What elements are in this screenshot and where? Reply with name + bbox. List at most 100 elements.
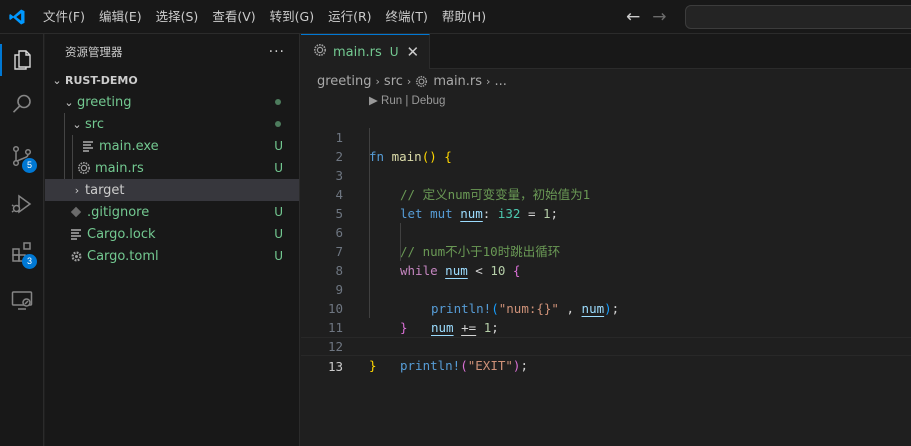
- menu-terminal[interactable]: 终端(T): [379, 0, 435, 34]
- code-line: 1 fn main() {: [301, 109, 911, 164]
- modified-dot-icon: [275, 121, 281, 127]
- more-actions-icon[interactable]: ···: [269, 44, 285, 60]
- menu-run[interactable]: 运行(R): [321, 0, 378, 34]
- editor-area: main.rs U ✕ greeting › src › main.rs › .…: [301, 34, 911, 446]
- code-line: 12 }: [301, 318, 911, 373]
- tree-file-gitignore[interactable]: .gitignore U: [45, 201, 299, 223]
- indent-guide: [64, 135, 65, 157]
- tree-label: Cargo.toml: [87, 248, 159, 264]
- explorer-header: 资源管理器 ···: [45, 34, 299, 69]
- code-editor[interactable]: ▶ Run | Debug 1 fn main() { 2 // 定义num可变…: [301, 93, 911, 374]
- explorer-sidebar: 资源管理器 ··· ⌄ RUST-DEMO ⌄ greeting ⌄ src m…: [45, 34, 300, 446]
- menu-help[interactable]: 帮助(H): [435, 0, 493, 34]
- run-debug-icon[interactable]: [0, 182, 44, 226]
- indent-guide: [369, 128, 370, 147]
- navigation-controls: ← →: [626, 0, 667, 34]
- code-token: }: [369, 358, 377, 373]
- indent-guide: [64, 157, 65, 179]
- code-line: 4: [301, 166, 911, 202]
- rust-file-icon: [415, 75, 428, 88]
- code-token: (: [460, 358, 468, 373]
- tree-root-rust-demo[interactable]: ⌄ RUST-DEMO: [45, 69, 299, 91]
- chevron-right-icon: ›: [486, 74, 491, 88]
- tree-folder-target[interactable]: › target: [45, 179, 299, 201]
- title-bar: 文件(F) 编辑(E) 选择(S) 查看(V) 转到(G) 运行(R) 终端(T…: [0, 0, 911, 34]
- chevron-right-icon: ›: [406, 74, 412, 88]
- chevron-right-icon: ›: [375, 74, 380, 88]
- untracked-status: U: [274, 139, 283, 153]
- extensions-badge: 3: [22, 254, 37, 269]
- git-file-icon: [67, 206, 85, 218]
- tree-label: main.exe: [99, 138, 159, 154]
- untracked-status: U: [274, 205, 283, 219]
- activity-bar: 5 3: [0, 34, 44, 446]
- indent-guide: [369, 242, 370, 261]
- menu-selection[interactable]: 选择(S): [149, 0, 206, 34]
- breadcrumb-main-rs[interactable]: main.rs: [415, 74, 482, 89]
- indent-guide: [369, 261, 370, 280]
- code-token: "EXIT": [467, 358, 513, 373]
- menu-bar: 文件(F) 编辑(E) 选择(S) 查看(V) 转到(G) 运行(R) 终端(T…: [36, 0, 493, 34]
- code-token: ;: [520, 358, 528, 373]
- explorer-icon[interactable]: [0, 38, 44, 82]
- indent-guide: [72, 135, 73, 157]
- indent-guide: [72, 157, 73, 179]
- back-arrow-icon[interactable]: ←: [626, 0, 640, 34]
- tree-file-main-exe[interactable]: main.exe U: [45, 135, 299, 157]
- code-line: 11 println!("EXIT");: [301, 299, 911, 373]
- menu-go[interactable]: 转到(G): [263, 0, 321, 34]
- indent-guide: [369, 185, 370, 204]
- close-icon[interactable]: ✕: [407, 43, 420, 61]
- indent-guide: [64, 113, 65, 135]
- untracked-status: U: [274, 227, 283, 241]
- source-control-badge: 5: [22, 158, 37, 173]
- indent-guide: [400, 223, 401, 242]
- tree-label: target: [85, 182, 125, 198]
- tree-label: RUST-DEMO: [65, 73, 138, 87]
- indent-guide: [369, 223, 370, 242]
- command-center-search[interactable]: [685, 5, 911, 29]
- tree-label: main.rs: [95, 160, 144, 176]
- indent-guide: [369, 147, 370, 166]
- search-icon[interactable]: [0, 82, 44, 126]
- indent-guide: [369, 280, 370, 299]
- tree-label: greeting: [77, 94, 132, 110]
- remote-explorer-icon[interactable]: [0, 278, 44, 322]
- tree-file-main-rs[interactable]: main.rs U: [45, 157, 299, 179]
- menu-view[interactable]: 查看(V): [205, 0, 262, 34]
- code-line: 3 let mut num: i32 = 1;: [301, 147, 911, 221]
- gear-icon: [67, 250, 85, 263]
- tree-folder-greeting[interactable]: ⌄ greeting: [45, 91, 299, 113]
- source-control-icon[interactable]: 5: [0, 134, 44, 178]
- tab-main-rs[interactable]: main.rs U ✕: [301, 34, 431, 69]
- tree-folder-src[interactable]: ⌄ src: [45, 113, 299, 135]
- tree-file-cargo-lock[interactable]: Cargo.lock U: [45, 223, 299, 245]
- indent-guide: [369, 204, 370, 223]
- breadcrumb-symbols[interactable]: ...: [494, 74, 506, 89]
- code-line: 9 }: [301, 261, 911, 335]
- tree-label: src: [85, 116, 104, 132]
- extensions-icon[interactable]: 3: [0, 230, 44, 274]
- explorer-title: 资源管理器: [65, 44, 123, 59]
- indent-guide: [369, 299, 370, 318]
- line-number: 13: [327, 359, 343, 374]
- chevron-down-icon: ⌄: [52, 73, 62, 87]
- breadcrumb-src[interactable]: src: [384, 74, 403, 89]
- tree-label: Cargo.lock: [87, 226, 156, 242]
- indent-guide: [369, 166, 370, 185]
- breadcrumb-greeting[interactable]: greeting: [317, 74, 372, 89]
- code-line: 5 // num不小于10时跳出循环: [301, 185, 911, 259]
- forward-arrow-icon[interactable]: →: [652, 0, 666, 34]
- code-line: 10: [301, 280, 911, 316]
- chevron-right-icon: ›: [74, 183, 80, 197]
- menu-edit[interactable]: 编辑(E): [92, 0, 149, 34]
- codelens-run-debug[interactable]: ▶ Run | Debug: [301, 93, 911, 109]
- untracked-status: U: [274, 249, 283, 263]
- menu-file[interactable]: 文件(F): [36, 0, 92, 34]
- code-line: 6 while num < 10 {: [301, 204, 911, 278]
- code-line: 2 // 定义num可变变量，初始值为1: [301, 128, 911, 202]
- tab-bar: main.rs U ✕: [301, 34, 911, 69]
- tree-file-cargo-toml[interactable]: Cargo.toml U: [45, 245, 299, 267]
- code-line: 8 num += 1;: [301, 242, 911, 335]
- rust-file-icon: [313, 43, 327, 61]
